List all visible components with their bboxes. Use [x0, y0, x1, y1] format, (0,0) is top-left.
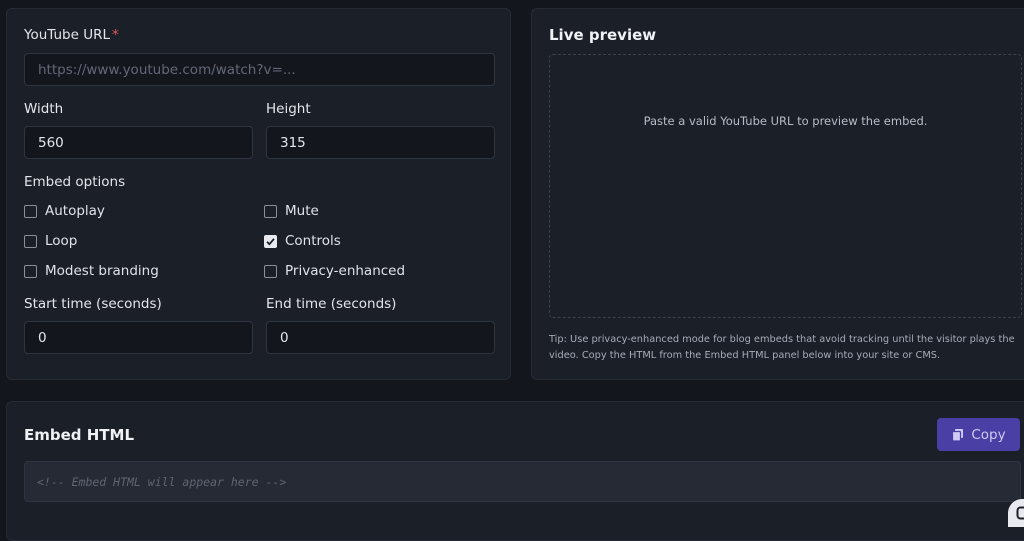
youtube-url-label: YouTube URL* [24, 27, 119, 43]
copy-button-label: Copy [971, 427, 1005, 443]
youtube-url-placeholder: https://www.youtube.com/watch?v=... [38, 62, 296, 78]
height-input[interactable]: 315 [266, 126, 495, 159]
mute-checkbox[interactable] [264, 205, 277, 218]
option-loop[interactable]: Loop [24, 233, 77, 249]
preview-empty-message: Paste a valid YouTube URL to preview the… [644, 114, 928, 128]
embed-options-label: Embed options [24, 174, 125, 190]
end-time-input[interactable]: 0 [266, 321, 495, 354]
controls-checkbox[interactable] [264, 235, 277, 248]
option-mute[interactable]: Mute [264, 203, 319, 219]
modest-branding-checkbox[interactable] [24, 265, 37, 278]
option-controls[interactable]: Controls [264, 233, 341, 249]
end-time-label: End time (seconds) [266, 296, 396, 312]
autoplay-label: Autoplay [45, 203, 105, 219]
live-preview-panel: Live preview Paste a valid YouTube URL t… [531, 8, 1024, 380]
embed-html-output[interactable]: <!-- Embed HTML will appear here --> [24, 461, 1021, 502]
copy-icon [951, 428, 965, 442]
privacy-enhanced-checkbox[interactable] [264, 265, 277, 278]
start-time-label: Start time (seconds) [24, 296, 162, 312]
loop-checkbox[interactable] [24, 235, 37, 248]
mute-label: Mute [285, 203, 319, 219]
start-time-input[interactable]: 0 [24, 321, 253, 354]
option-autoplay[interactable]: Autoplay [24, 203, 105, 219]
checkmark-icon [265, 236, 276, 247]
youtube-url-input[interactable]: https://www.youtube.com/watch?v=... [24, 53, 495, 86]
widget-icon [1016, 506, 1024, 520]
width-label: Width [24, 101, 63, 117]
live-preview-title: Live preview [549, 26, 656, 44]
modest-branding-label: Modest branding [45, 263, 159, 279]
controls-label: Controls [285, 233, 341, 249]
privacy-enhanced-label: Privacy-enhanced [285, 263, 405, 279]
option-modest-branding[interactable]: Modest branding [24, 263, 159, 279]
floating-widget-button[interactable] [1008, 499, 1024, 527]
required-indicator: * [112, 27, 119, 43]
embed-html-panel: Embed HTML Copy <!-- Embed HTML will app… [6, 401, 1024, 541]
width-input[interactable]: 560 [24, 126, 253, 159]
loop-label: Loop [45, 233, 77, 249]
tip-text: Tip: Use privacy-enhanced mode for blog … [549, 332, 1019, 364]
autoplay-checkbox[interactable] [24, 205, 37, 218]
copy-button[interactable]: Copy [937, 418, 1020, 451]
preview-area: Paste a valid YouTube URL to preview the… [549, 54, 1022, 318]
height-label: Height [266, 101, 311, 117]
option-privacy-enhanced[interactable]: Privacy-enhanced [264, 263, 405, 279]
embed-html-title: Embed HTML [24, 426, 134, 444]
embed-settings-panel: YouTube URL* https://www.youtube.com/wat… [6, 8, 511, 380]
embed-html-placeholder: <!-- Embed HTML will appear here --> [37, 475, 286, 489]
